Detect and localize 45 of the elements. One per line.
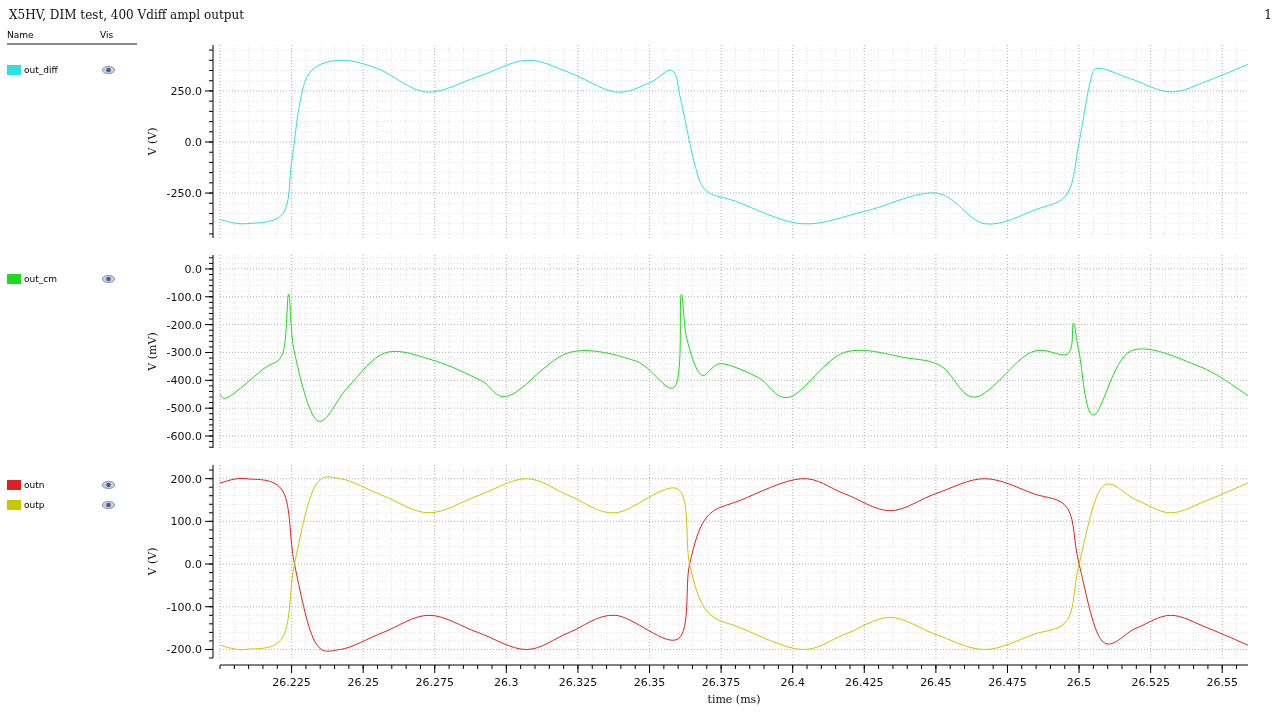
x-tick-label: 26.225 [272,676,311,689]
y-tick-label: -400.0 [166,374,202,388]
y-tick-label: 250.0 [170,84,202,98]
plot-title: X5HV, DIM test, 400 Vdiff ampl output [9,8,244,22]
y-tick-label: -200.0 [166,318,202,332]
y-tick-label: -100.0 [166,600,202,614]
column-header: Name [7,30,35,42]
y-tick-label: -100.0 [166,290,202,304]
x-tick-label: 26.275 [415,676,454,689]
y-tick-label: -600.0 [166,430,202,443]
x-tick-label: 26.325 [558,676,598,689]
x-tick-label: 26.35 [633,676,666,689]
x-tick-label: 26.3 [494,676,519,689]
y-axis-label: V (mV) [146,332,159,371]
eye-icon[interactable] [102,275,115,283]
y-tick-label: -300.0 [166,346,202,360]
y-tick-label: 0.0 [184,262,202,276]
page-number: 1 [1264,8,1272,22]
eye-icon[interactable] [102,481,115,489]
x-axis-label: time (ms) [707,693,761,706]
x-tick-label: 26.375 [701,676,741,689]
y-tick-label: 100.0 [170,515,202,529]
y-axis-label: V (V) [146,547,159,576]
y-tick-label: 200.0 [170,472,202,486]
y-tick-label: 0.0 [184,558,202,572]
x-tick-label: 26.5 [1066,676,1092,689]
y-tick-label: 0.0 [184,136,202,149]
column-header: Vis [100,30,114,42]
x-tick-label: 26.525 [1131,676,1170,689]
y-tick-label: -200.0 [166,643,202,657]
x-tick-label: 26.475 [988,676,1027,689]
y-axis-label: V (V) [146,127,159,156]
x-tick-label: 26.4 [780,676,805,689]
y-tick-label: -250.0 [166,187,202,201]
trace-name[interactable]: outn [24,480,102,490]
y-tick-label: -500.0 [166,402,202,416]
x-tick-label: 26.425 [845,676,884,689]
trace-name[interactable]: out_diff [24,65,102,75]
x-tick-label: 26.55 [1206,676,1238,689]
x-tick-label: 26.25 [347,676,379,689]
trace-name[interactable]: outp [24,500,102,510]
eye-icon[interactable] [102,66,115,74]
eye-icon[interactable] [102,501,115,509]
x-tick-label: 26.45 [920,676,952,689]
trace-name[interactable]: out_cm [24,274,102,284]
